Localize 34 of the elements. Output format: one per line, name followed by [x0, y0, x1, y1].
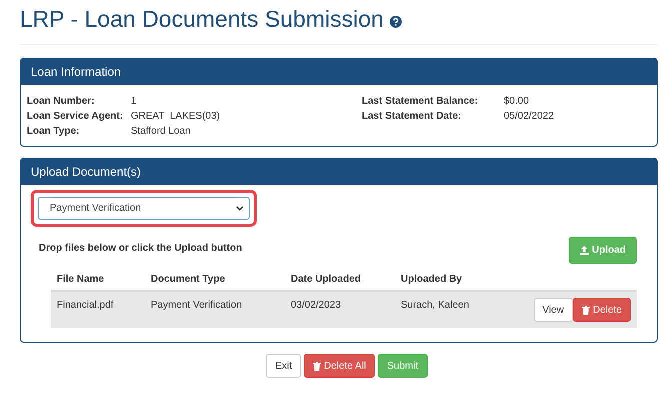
delete-button[interactable]: Delete — [573, 298, 631, 322]
table-cell-text: Financial.pdf — [57, 300, 115, 311]
field-value: Stafford Loan — [131, 125, 192, 138]
field-label: Loan Number: — [27, 95, 96, 108]
submit-button[interactable]: Submit — [378, 354, 428, 378]
field-label: Last Statement Date: — [362, 110, 462, 123]
trash-icon — [582, 306, 590, 314]
field-value: 1 — [131, 95, 138, 108]
upload-icon — [580, 246, 590, 255]
column-header: Document Type — [151, 274, 226, 285]
upload-button[interactable]: Upload — [569, 237, 637, 264]
field-label: Last Statement Balance: — [362, 95, 480, 108]
field-label: Loan Type: — [27, 125, 81, 138]
trash-icon — [313, 362, 322, 370]
panel-header: Loan Information — [21, 59, 657, 85]
column-header: File Name — [57, 274, 106, 285]
table-cell-text: 03/02/2023 — [291, 300, 342, 311]
chevron-down-icon — [236, 206, 244, 211]
field-label: Loan Service Agent: — [27, 110, 124, 123]
document-type-select[interactable]: Payment Verification — [38, 197, 250, 220]
field-value: $0.00 — [504, 95, 530, 108]
exit-button[interactable]: Exit — [266, 354, 302, 378]
delete-all-button[interactable]: Delete All — [304, 354, 376, 378]
drop-hint: Drop files below or click the Upload button — [39, 243, 242, 254]
table-cell-text: Surach, Kaleen — [401, 300, 470, 311]
column-header: Date Uploaded — [291, 274, 362, 285]
field-value: 05/02/2022 — [504, 110, 556, 123]
view-button[interactable]: View — [534, 298, 574, 322]
column-header: Uploaded By — [401, 274, 464, 285]
page-title: LRP - Loan Documents Submission — [20, 5, 384, 34]
field-value: GREAT LAKES(03) — [131, 110, 222, 123]
table-cell-text: Payment Verification — [151, 300, 244, 311]
panel-header: Upload Document(s) — [21, 159, 657, 185]
help-icon[interactable] — [390, 16, 402, 28]
